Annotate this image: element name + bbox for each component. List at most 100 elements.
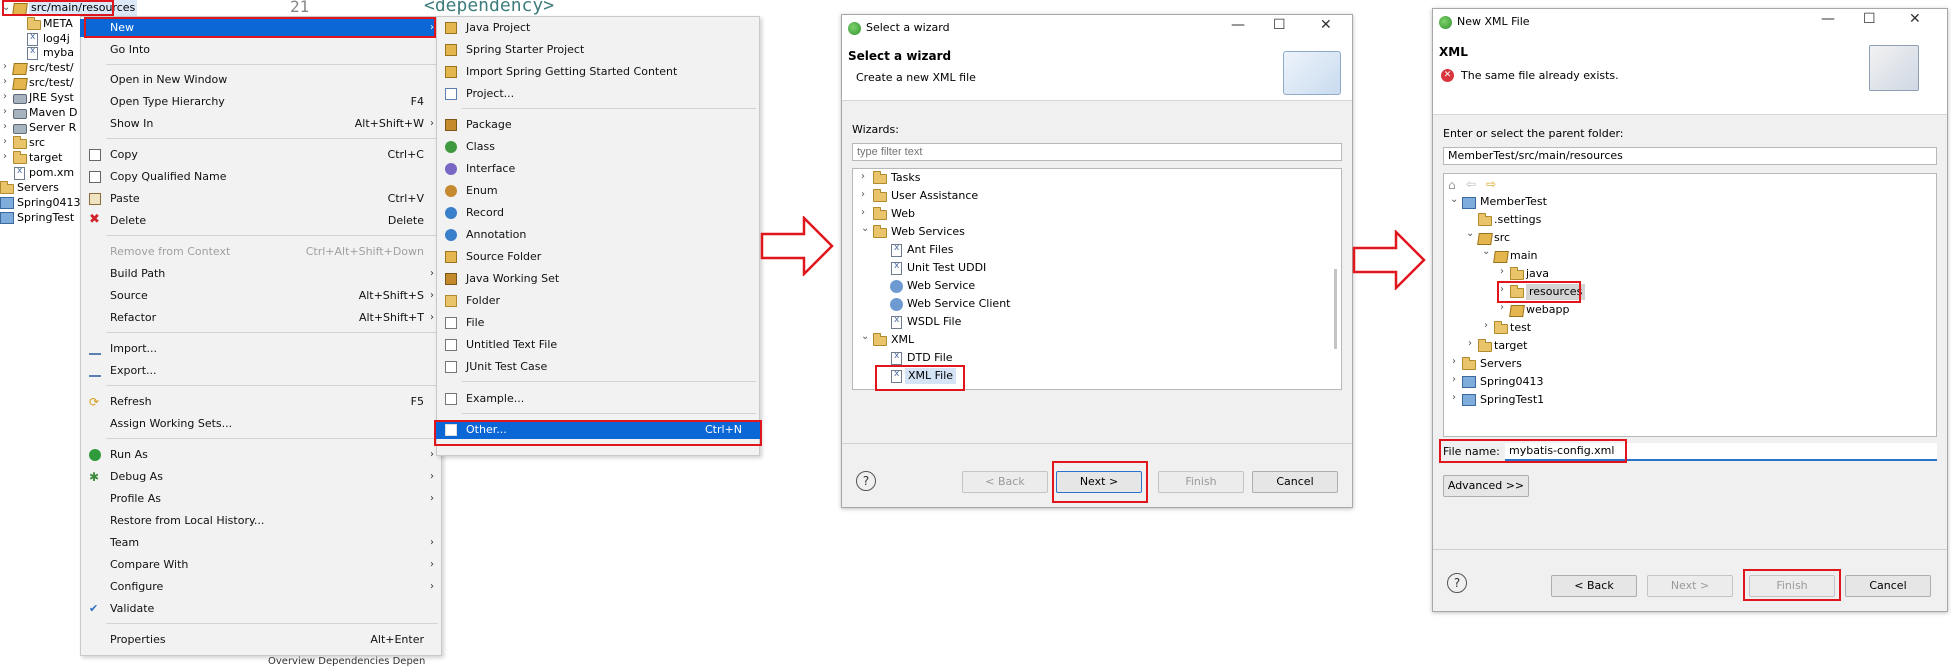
menu-item-export[interactable]: Export... <box>80 362 442 380</box>
explorer-item[interactable]: Servers <box>17 180 59 196</box>
chevron-right-icon[interactable]: › <box>1452 356 1456 367</box>
menu-item-validate[interactable]: ✔ Validate <box>80 600 442 618</box>
submenu-item-import-spring[interactable]: Import Spring Getting Started Content <box>436 63 760 81</box>
submenu-item-spring-starter[interactable]: Spring Starter Project <box>436 41 760 59</box>
minimize-icon[interactable]: — <box>1231 17 1245 33</box>
folder-tree-item[interactable]: target <box>1494 338 1527 354</box>
explorer-item[interactable]: myba <box>43 45 74 61</box>
menu-item-show-in[interactable]: Show In Alt+Shift+W › <box>80 115 442 133</box>
folder-tree-item[interactable]: src <box>1494 230 1510 246</box>
submenu-item-package[interactable]: Package <box>436 116 760 134</box>
submenu-item-annotation[interactable]: Annotation <box>436 226 760 244</box>
folder-tree-item[interactable]: test <box>1510 320 1531 336</box>
wizard-tree[interactable]: › Tasks › User Assistance › Web ⌄ Web Servic… <box>852 168 1342 390</box>
folder-tree-item[interactable]: MemberTest <box>1480 194 1547 210</box>
cancel-button[interactable]: Cancel <box>1252 471 1338 493</box>
folder-tree-item[interactable]: .settings <box>1494 212 1541 228</box>
menu-item-copy-qualified-name[interactable]: Copy Qualified Name <box>80 168 442 186</box>
menu-item-open-in-new-window[interactable]: Open in New Window <box>80 71 442 89</box>
menu-item-refresh[interactable]: ⟳ Refresh F5 <box>80 393 442 411</box>
chevron-right-icon[interactable]: › <box>3 91 7 102</box>
wizard-tree-item[interactable]: Web <box>891 206 915 222</box>
explorer-item[interactable]: src <box>29 135 45 151</box>
chevron-right-icon[interactable]: › <box>1468 338 1472 349</box>
submenu-item-folder[interactable]: Folder <box>436 292 760 310</box>
explorer-item[interactable]: Spring0413 <box>17 195 81 211</box>
menu-item-paste[interactable]: Paste Ctrl+V <box>80 190 442 208</box>
minimize-icon[interactable]: — <box>1821 11 1835 27</box>
chevron-down-icon[interactable]: ⌄ <box>861 223 869 234</box>
chevron-right-icon[interactable]: › <box>1452 392 1456 403</box>
folder-tree-item[interactable]: SpringTest1 <box>1480 392 1544 408</box>
folder-tree-item[interactable]: java <box>1526 266 1549 282</box>
menu-item-assign-working-sets[interactable]: Assign Working Sets... <box>80 415 442 433</box>
chevron-right-icon[interactable]: › <box>1500 302 1504 313</box>
folder-tree[interactable]: ⌂ ⇦ ⇨ ⌄ MemberTest .settings ⌄ src ⌄ main ›… <box>1443 173 1937 437</box>
chevron-right-icon[interactable]: › <box>861 171 865 182</box>
submenu-item-untitled-text-file[interactable]: Untitled Text File <box>436 336 760 354</box>
menu-item-go-into[interactable]: Go Into <box>80 41 442 59</box>
chevron-down-icon[interactable]: ⌄ <box>1450 194 1458 205</box>
folder-tree-item[interactable]: webapp <box>1526 302 1569 318</box>
menu-item-import[interactable]: Import... <box>80 340 442 358</box>
explorer-item[interactable]: Server R <box>29 120 76 136</box>
explorer-item[interactable]: pom.xm <box>29 165 74 181</box>
menu-item-open-type-hierarchy[interactable]: Open Type Hierarchy F4 <box>80 93 442 111</box>
submenu-item-source-folder[interactable]: Source Folder <box>436 248 760 266</box>
submenu-item-enum[interactable]: Enum <box>436 182 760 200</box>
explorer-item[interactable]: SpringTest <box>17 210 74 226</box>
maximize-icon[interactable]: ☐ <box>1863 11 1876 27</box>
chevron-right-icon[interactable]: › <box>3 136 7 147</box>
menu-item-debug-as[interactable]: ✱ Debug As › <box>80 468 442 486</box>
submenu-item-record[interactable]: Record <box>436 204 760 222</box>
chevron-down-icon[interactable]: ⌄ <box>1482 246 1490 257</box>
chevron-right-icon[interactable]: › <box>1452 374 1456 385</box>
chevron-right-icon[interactable]: › <box>3 106 7 117</box>
chevron-right-icon[interactable]: › <box>3 76 7 87</box>
parent-folder-input[interactable]: MemberTest/src/main/resources <box>1443 147 1937 165</box>
menu-item-restore-history[interactable]: Restore from Local History... <box>80 512 442 530</box>
wizard-tree-item[interactable]: User Assistance <box>891 188 978 204</box>
wizard-tree-item[interactable]: Web Services <box>891 224 965 240</box>
menu-item-run-as[interactable]: Run As › <box>80 446 442 464</box>
wizard-tree-item[interactable]: XML <box>891 332 914 348</box>
chevron-right-icon[interactable]: › <box>3 61 7 72</box>
forward-arrow-icon[interactable]: ⇨ <box>1486 177 1496 191</box>
menu-item-properties[interactable]: Properties Alt+Enter <box>80 631 442 649</box>
chevron-right-icon[interactable]: › <box>861 189 865 200</box>
explorer-item[interactable]: src/test/ <box>29 75 74 91</box>
explorer-item[interactable]: Maven D <box>29 105 77 121</box>
help-icon[interactable]: ? <box>1447 573 1467 593</box>
chevron-right-icon[interactable]: › <box>1484 320 1488 331</box>
folder-tree-item[interactable]: Servers <box>1480 356 1522 372</box>
submenu-item-file[interactable]: File <box>436 314 760 332</box>
chevron-right-icon[interactable]: › <box>861 207 865 218</box>
maximize-icon[interactable]: ☐ <box>1273 17 1286 33</box>
wizard-tree-item[interactable]: Ant Files <box>907 242 953 258</box>
back-button[interactable]: < Back <box>962 471 1048 493</box>
submenu-item-interface[interactable]: Interface <box>436 160 760 178</box>
menu-item-refactor[interactable]: Refactor Alt+Shift+T › <box>80 309 442 327</box>
wizard-filter-input[interactable] <box>852 143 1342 161</box>
submenu-item-java-project[interactable]: Java Project <box>436 19 760 37</box>
explorer-item[interactable]: target <box>29 150 62 166</box>
wizard-tree-item[interactable]: Unit Test UDDI <box>907 260 986 276</box>
explorer-item[interactable]: META <box>43 16 73 32</box>
folder-tree-item[interactable]: Spring0413 <box>1480 374 1544 390</box>
chevron-down-icon[interactable]: ⌄ <box>1466 228 1474 239</box>
menu-item-remove-from-context[interactable]: Remove from Context Ctrl+Alt+Shift+Down <box>80 243 442 261</box>
submenu-item-junit-test-case[interactable]: JUnit Test Case <box>436 358 760 376</box>
chevron-down-icon[interactable]: ⌄ <box>861 331 869 342</box>
wizard-tree-item[interactable]: WSDL File <box>907 314 961 330</box>
menu-item-copy[interactable]: Copy Ctrl+C <box>80 146 442 164</box>
menu-item-delete[interactable]: ✖ Delete Delete <box>80 212 442 230</box>
menu-item-compare-with[interactable]: Compare With › <box>80 556 442 574</box>
advanced-button[interactable]: Advanced >> <box>1443 475 1529 497</box>
menu-item-configure[interactable]: Configure › <box>80 578 442 596</box>
wizard-tree-item[interactable]: DTD File <box>907 350 953 366</box>
submenu-item-java-working-set[interactable]: Java Working Set <box>436 270 760 288</box>
menu-item-build-path[interactable]: Build Path › <box>80 265 442 283</box>
next-button[interactable]: Next > <box>1647 575 1733 597</box>
chevron-right-icon[interactable]: › <box>3 151 7 162</box>
back-button[interactable]: < Back <box>1551 575 1637 597</box>
